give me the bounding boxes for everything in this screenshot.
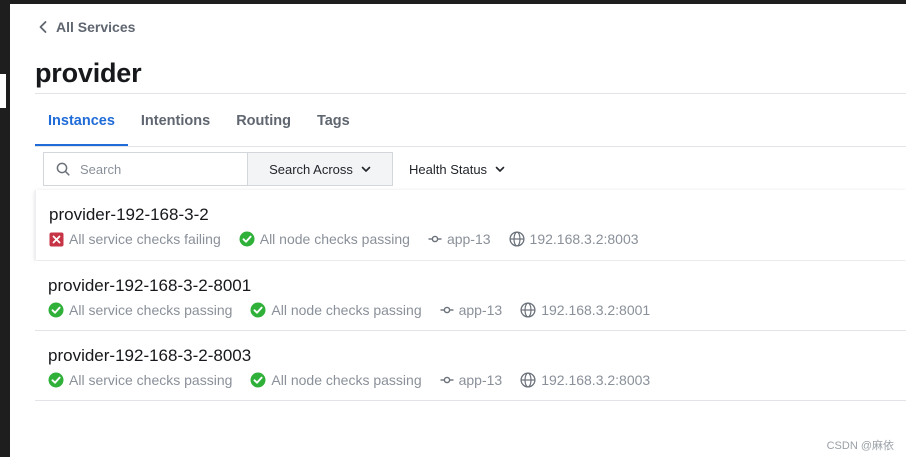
divider xyxy=(35,146,906,147)
search-across-label: Search Across xyxy=(269,161,353,177)
tab-label: Routing xyxy=(236,112,291,129)
tab-label: Intentions xyxy=(140,112,211,129)
service-detail-page: All Services provider Instances Intentio… xyxy=(10,4,906,457)
watermark: CSDN @麻依 xyxy=(826,440,894,452)
window-left-edge xyxy=(0,0,10,457)
node-text: app-13 xyxy=(458,372,503,388)
search-field[interactable] xyxy=(43,152,248,186)
address-text: 192.168.3.2:8001 xyxy=(541,302,651,318)
service-checks-status: All service checks failing xyxy=(49,231,221,247)
tab-bar: Instances Intentions Routing Tags xyxy=(35,94,363,147)
passing-check-icon xyxy=(48,302,64,318)
passing-check-icon xyxy=(239,231,255,247)
node-commit-icon xyxy=(440,306,454,314)
search-across-dropdown[interactable]: Search Across xyxy=(247,152,393,186)
instance-name: provider-192-168-3-2 xyxy=(49,205,209,224)
instance-name: provider-192-168-3-2-8001 xyxy=(48,276,252,295)
node-commit-icon xyxy=(428,235,442,243)
node-checks-text: All node checks passing xyxy=(271,372,422,388)
chevron-down-icon xyxy=(361,166,371,172)
instance-meta: All service checks failing All node chec… xyxy=(49,231,657,247)
instance-meta: All service checks passing All node chec… xyxy=(48,372,668,388)
service-checks-text: All service checks failing xyxy=(69,231,221,247)
instance-row[interactable]: provider-192-168-3-2-8001 All service ch… xyxy=(35,261,906,331)
tab-instances[interactable]: Instances xyxy=(35,94,128,147)
node-checks-status: All node checks passing xyxy=(239,231,410,247)
globe-icon xyxy=(520,302,536,318)
search-icon xyxy=(56,162,70,176)
breadcrumb-label: All Services xyxy=(56,19,136,35)
breadcrumb-all-services[interactable]: All Services xyxy=(38,19,135,35)
instance-name: provider-192-168-3-2-8003 xyxy=(48,346,252,365)
search-input[interactable] xyxy=(80,161,220,177)
service-checks-status: All service checks passing xyxy=(48,302,232,318)
node-text: app-13 xyxy=(446,231,491,247)
address-text: 192.168.3.2:8003 xyxy=(541,372,651,388)
instance-row[interactable]: provider-192-168-3-2 All service checks … xyxy=(35,190,906,260)
node-name: app-13 xyxy=(440,372,503,388)
address: 192.168.3.2:8001 xyxy=(520,302,650,318)
page-title: provider xyxy=(35,58,142,88)
instance-row[interactable]: provider-192-168-3-2-8003 All service ch… xyxy=(35,331,906,401)
tab-label: Instances xyxy=(48,112,115,129)
node-name: app-13 xyxy=(428,231,491,247)
node-checks-status: All node checks passing xyxy=(250,372,422,388)
node-checks-text: All node checks passing xyxy=(271,302,422,318)
service-checks-status: All service checks passing xyxy=(48,372,232,388)
chevron-left-icon xyxy=(39,21,47,33)
globe-icon xyxy=(508,231,525,247)
node-checks-status: All node checks passing xyxy=(250,302,422,318)
node-checks-text: All node checks passing xyxy=(259,231,410,247)
service-checks-text: All service checks passing xyxy=(69,372,233,388)
tab-routing[interactable]: Routing xyxy=(223,94,304,147)
address: 192.168.3.2:8003 xyxy=(508,231,639,247)
node-commit-icon xyxy=(440,376,454,384)
node-name: app-13 xyxy=(440,302,503,318)
node-text: app-13 xyxy=(458,302,503,318)
chevron-down-icon xyxy=(495,166,505,172)
tab-label: Tags xyxy=(316,112,350,129)
failing-x-icon xyxy=(49,232,64,246)
instance-meta: All service checks passing All node chec… xyxy=(48,302,668,318)
passing-check-icon xyxy=(48,372,64,388)
tab-intentions[interactable]: Intentions xyxy=(128,94,223,147)
passing-check-icon xyxy=(250,302,266,318)
service-checks-text: All service checks passing xyxy=(69,302,233,318)
passing-check-icon xyxy=(250,372,266,388)
globe-icon xyxy=(520,372,536,388)
health-status-label: Health Status xyxy=(409,161,488,177)
window-left-notch xyxy=(0,74,6,108)
tab-tags[interactable]: Tags xyxy=(304,94,363,147)
address: 192.168.3.2:8003 xyxy=(520,372,650,388)
address-text: 192.168.3.2:8003 xyxy=(529,231,639,247)
health-status-dropdown[interactable]: Health Status xyxy=(409,152,505,186)
